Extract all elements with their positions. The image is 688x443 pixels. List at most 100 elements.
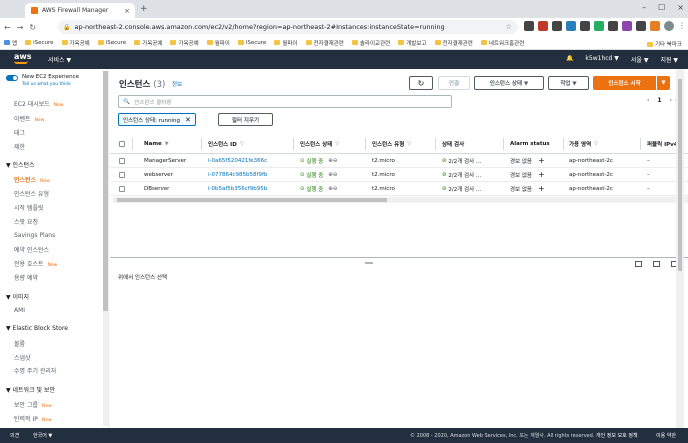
instance-id-link[interactable]: i-077864c985b58f9fb: [208, 168, 267, 181]
bookmark-item[interactable]: 네트워크홈관련: [480, 39, 524, 47]
bookmark-item[interactable]: 가옥공예: [134, 39, 162, 47]
page-number[interactable]: 1: [657, 97, 661, 104]
zoom-icons[interactable]: ⊕⊖: [328, 172, 337, 178]
bookmark-apps[interactable]: 앱: [4, 39, 17, 47]
add-alarm-icon[interactable]: +: [538, 184, 545, 193]
bookmark-item[interactable]: iSecure: [237, 40, 266, 46]
row-checkbox[interactable]: [119, 185, 125, 192]
sidebar-item-instances[interactable]: 인스턴스 New: [14, 175, 50, 184]
extension-icon[interactable]: [580, 21, 590, 31]
scrollbar-thumb[interactable]: [117, 198, 387, 202]
sidebar-item-dedicated-hosts[interactable]: 전용 호스트 New: [14, 259, 57, 268]
feedback-button[interactable]: 의견: [10, 432, 19, 439]
extension-icon[interactable]: [594, 21, 604, 31]
sidebar-item-tags[interactable]: 태그: [14, 128, 25, 137]
column-instance-type[interactable]: 인스턴스 유형 ▽: [372, 134, 411, 153]
account-menu[interactable]: k5w1hcd ▼: [585, 55, 618, 64]
instance-id-link[interactable]: i-0a65f520421fe366c: [208, 154, 267, 167]
sidebar-item-instance-types[interactable]: 인스턴스 유형: [14, 189, 49, 198]
browser-tab[interactable]: AWS Firewall Manager ×: [25, 3, 135, 18]
zoom-icons[interactable]: ⊕⊖: [328, 186, 337, 192]
page-scrollbar[interactable]: [676, 69, 684, 428]
status-check[interactable]: ⊘ 2/2개 검사 ...: [442, 154, 481, 167]
language-select[interactable]: 한국어 ▼: [33, 432, 52, 439]
bookmark-item[interactable]: iSecure: [97, 40, 126, 46]
section-images[interactable]: ▼ 이미지: [6, 292, 29, 301]
section-network-security[interactable]: ▼ 네트워크 및 보안: [6, 385, 55, 394]
prev-page-icon[interactable]: ‹: [647, 97, 649, 104]
bookmark-item[interactable]: 월파이: [206, 39, 230, 47]
column-availability-zone[interactable]: 가용 영역 ▽: [569, 134, 598, 153]
launch-instances-button[interactable]: 인스턴스 시작 ▼: [593, 76, 670, 90]
clear-filters-button[interactable]: 필터 지우기: [218, 113, 273, 126]
extension-icon[interactable]: [622, 21, 632, 31]
extension-icon[interactable]: [650, 21, 660, 31]
resize-handle-icon[interactable]: [365, 262, 373, 264]
other-bookmarks[interactable]: 기타 북마크: [646, 40, 682, 48]
extension-icon[interactable]: [524, 21, 534, 31]
row-checkbox[interactable]: [119, 171, 125, 178]
sidebar-item-security-groups[interactable]: 보안 그룹 New: [14, 400, 52, 409]
connect-button[interactable]: 연결: [438, 76, 470, 90]
table-row[interactable]: DBserver i-0b5af5b356cf9b95b ⊙ 실행 중 ⊕⊖ t2…: [110, 182, 688, 196]
services-menu[interactable]: 서비스 ▼: [48, 55, 71, 64]
sidebar-item-ami[interactable]: AMI: [14, 307, 25, 314]
section-ebs[interactable]: ▼ Elastic Block Store: [6, 325, 68, 332]
bookmark-item[interactable]: 전자결재관련: [305, 39, 344, 47]
refresh-button[interactable]: ↻: [409, 76, 433, 90]
row-checkbox[interactable]: [119, 157, 125, 164]
zoom-icons[interactable]: ⊕⊖: [328, 158, 337, 164]
close-window-icon[interactable]: ×: [677, 3, 684, 12]
profile-avatar[interactable]: [664, 21, 674, 31]
back-icon[interactable]: ←: [4, 23, 11, 32]
status-check[interactable]: ⊘ 2/2개 검사 ...: [442, 168, 481, 181]
extension-icon[interactable]: [552, 21, 562, 31]
column-instance-state[interactable]: 인스턴스 상태 ▽: [300, 134, 339, 153]
bookmark-item[interactable]: 가옥공예: [61, 39, 90, 47]
extension-icon[interactable]: [608, 21, 618, 31]
new-experience-toggle[interactable]: [6, 75, 18, 81]
sidebar-item-launch-templates[interactable]: 시작 템플릿: [14, 203, 44, 212]
bookmark-item[interactable]: iSecure: [25, 40, 54, 46]
support-menu[interactable]: 지원 ▼: [660, 55, 678, 64]
next-page-icon[interactable]: ›: [670, 97, 672, 104]
sidebar-item-savings-plans[interactable]: Savings Plans: [14, 232, 55, 239]
filter-token[interactable]: 인스턴스 상태: running ✕: [118, 113, 196, 126]
bookmark-item[interactable]: 월파이: [274, 39, 298, 47]
minimize-icon[interactable]: –: [642, 3, 646, 12]
add-alarm-icon[interactable]: +: [538, 156, 545, 165]
split-side-icon[interactable]: [653, 261, 660, 267]
sidebar-item-limits[interactable]: 제한: [14, 142, 25, 151]
aws-logo[interactable]: aws: [14, 52, 32, 64]
close-tab-icon[interactable]: ×: [124, 7, 130, 15]
table-row[interactable]: ManagerServer i-0a65f520421fe366c ⊙ 실행 중…: [110, 154, 688, 168]
section-instances[interactable]: ▼ 인스턴스: [6, 160, 35, 169]
column-name[interactable]: Name ▼: [144, 134, 169, 153]
sidebar-item-spot-requests[interactable]: 스팟 요청: [14, 217, 38, 226]
scrollbar-thumb[interactable]: [678, 79, 682, 271]
maximize-icon[interactable]: ☐: [658, 3, 665, 12]
sidebar-item-elastic-ip[interactable]: 탄력적 IP New: [14, 414, 52, 423]
chevron-down-icon[interactable]: ▼: [656, 76, 670, 90]
bookmark-item[interactable]: 솔라이교관련: [351, 39, 390, 47]
select-all-checkbox[interactable]: [119, 140, 125, 147]
sidebar-item-lifecycle-manager[interactable]: 수명 주기 관리자: [14, 366, 56, 375]
column-status-check[interactable]: 상태 검사: [442, 134, 464, 153]
terms-link[interactable]: 이용 약관: [656, 432, 676, 439]
sidebar-item-snapshots[interactable]: 스냅샷: [14, 353, 31, 362]
table-horizontal-scrollbar[interactable]: [113, 197, 688, 203]
bookmark-item[interactable]: 가옥공예: [170, 39, 199, 47]
star-icon[interactable]: ☆: [506, 23, 512, 31]
reload-icon[interactable]: ↻: [29, 23, 36, 32]
scrollbar-thumb[interactable]: [103, 71, 108, 311]
column-alarm-status[interactable]: Alarm status: [510, 134, 550, 153]
search-input[interactable]: 🔍 인스턴스 필터링: [118, 95, 452, 108]
bookmark-item[interactable]: 개발보고: [398, 39, 427, 47]
extension-icon[interactable]: [636, 21, 646, 31]
instance-id-link[interactable]: i-0b5af5b356cf9b95b: [208, 182, 267, 195]
feedback-link[interactable]: Tell us what you think: [22, 82, 71, 87]
menu-icon[interactable]: ⋮: [678, 21, 686, 31]
extension-icon[interactable]: [566, 21, 576, 31]
instance-state-button[interactable]: 인스턴스 상태 ▼: [474, 76, 544, 90]
bell-icon[interactable]: 🔔: [566, 55, 573, 64]
